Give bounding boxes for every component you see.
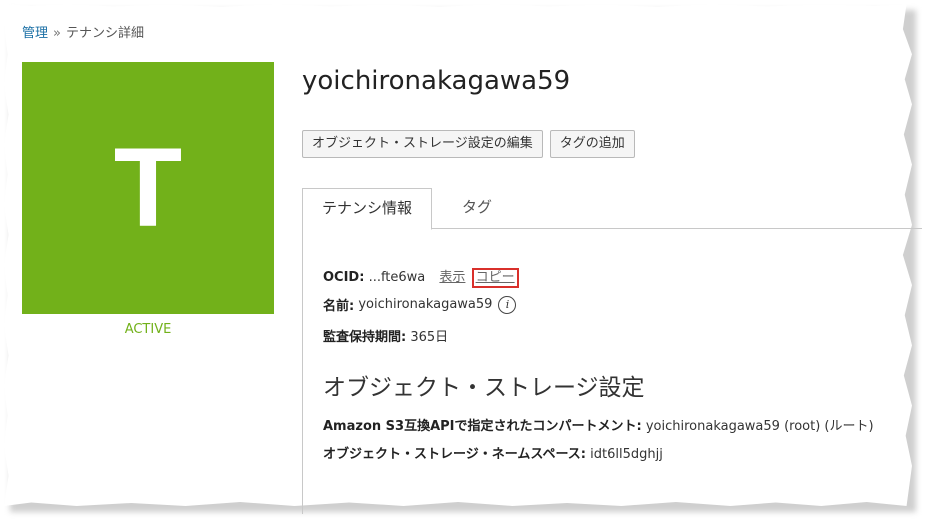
storage-section-title: オブジェクト・ストレージ設定 (323, 375, 645, 401)
status-label: ACTIVE (124, 322, 172, 337)
tenancy-avatar: T (22, 62, 274, 314)
name-row: 名前: yoichironakagawa59 i (323, 295, 517, 314)
action-bar: オブジェクト・ストレージ設定の編集 タグの追加 (302, 130, 635, 158)
tab-tenancy-info[interactable]: テナンシ情報 (302, 188, 433, 230)
show-ocid-link[interactable]: 表示 (439, 270, 465, 285)
s3-compartment-value: yoichironakagawa59 (root) (ルート) (645, 419, 874, 434)
namespace-label: オブジェクト・ストレージ・ネームスペース: (323, 447, 586, 462)
namespace-value: idt6ll5dghjj (590, 447, 663, 462)
tab-bar: テナンシ情報 タグ (302, 188, 922, 230)
ocid-row: OCID: ...fte6wa 表示 コピー (323, 266, 519, 288)
s3-compartment-row: Amazon S3互換APIで指定されたコンパートメント: yoichirona… (323, 415, 874, 434)
retention-value: 365日 (410, 330, 449, 345)
copy-ocid-link[interactable]: コピー (476, 270, 515, 285)
info-icon[interactable]: i (498, 295, 517, 314)
s3-compartment-label: Amazon S3互換APIで指定されたコンパートメント: (323, 419, 642, 434)
name-value: yoichironakagawa59 (358, 297, 493, 312)
namespace-row: オブジェクト・ストレージ・ネームスペース: idt6ll5dghjj (323, 443, 663, 462)
breadcrumb-admin-link[interactable]: 管理 (22, 26, 48, 41)
add-tag-button[interactable]: タグの追加 (549, 130, 635, 158)
ocid-label: OCID: (323, 270, 365, 285)
breadcrumb-separator: » (53, 26, 61, 41)
retention-row: 監査保持期間: 365日 (323, 326, 448, 345)
retention-label: 監査保持期間: (323, 330, 407, 345)
name-label: 名前: (323, 299, 355, 314)
edit-storage-settings-button[interactable]: オブジェクト・ストレージ設定の編集 (302, 130, 543, 158)
avatar-letter: T (113, 125, 183, 250)
copy-highlight-box: コピー (471, 268, 519, 288)
tab-tags[interactable]: タグ (443, 188, 511, 227)
page-title: yoichironakagawa59 (302, 66, 571, 96)
ocid-value: ...fte6wa (368, 270, 426, 285)
breadcrumb: 管理 » テナンシ詳細 (22, 22, 144, 41)
breadcrumb-current: テナンシ詳細 (65, 26, 144, 41)
